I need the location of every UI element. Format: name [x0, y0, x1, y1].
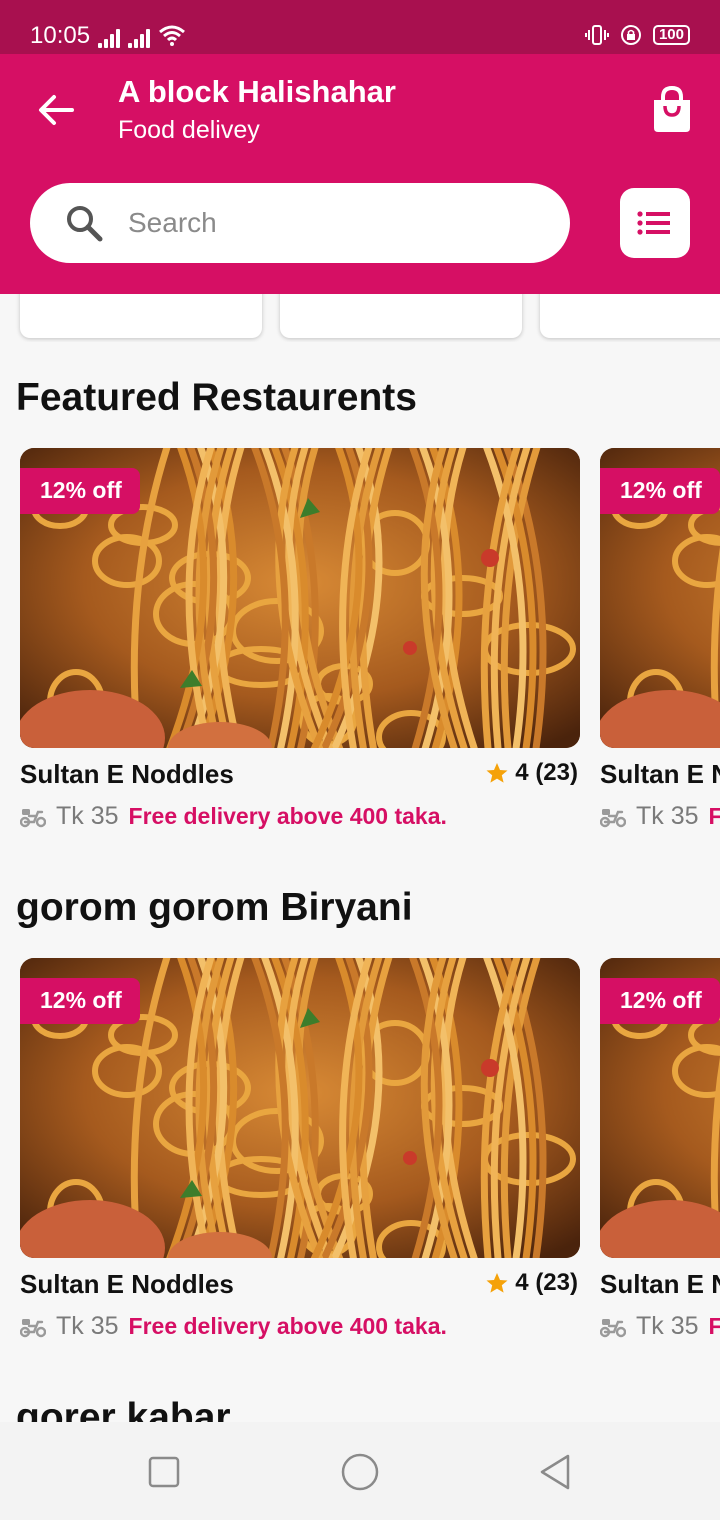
back-button[interactable] [34, 88, 78, 132]
category-card[interactable] [280, 294, 522, 338]
filter-button[interactable] [620, 188, 690, 258]
category-strip [0, 294, 720, 342]
delivery-promo: Free delivery above 400 taka. [708, 1313, 720, 1339]
delivery-promo: Free delivery above 400 taka. [708, 803, 720, 829]
search-bar[interactable] [30, 183, 570, 263]
star-icon [486, 763, 508, 783]
restaurant-card[interactable]: 12% offSultan E Noddles4 (23)Tk 35Free d… [600, 448, 720, 838]
restaurant-name: Sultan E Noddles [600, 759, 720, 789]
status-time: 10:05 [30, 22, 91, 49]
circle-icon [341, 1453, 379, 1491]
discount-badge: 12% off [20, 978, 140, 1024]
restaurant-card[interactable]: 12% offSultan E Noddles4 (23)Tk 35Free d… [600, 958, 720, 1348]
home-button[interactable] [340, 1452, 380, 1492]
app-header: A block Halishahar Food delivey [0, 54, 720, 294]
section-title: gorom gorom Biryani [16, 886, 413, 929]
signal-icon [128, 26, 158, 48]
scooter-icon [20, 808, 46, 827]
scooter-icon [20, 1318, 46, 1337]
page-subtitle: Food delivey [118, 116, 260, 144]
delivery-fee: Tk 35 [636, 1312, 699, 1340]
scooter-icon [600, 808, 626, 827]
category-card[interactable] [540, 294, 720, 338]
delivery-fee: Tk 35 [56, 802, 119, 830]
delivery-info: Tk 35 Free delivery above 400 taka. [600, 1312, 720, 1341]
discount-badge: 12% off [20, 468, 140, 514]
shopping-bag-icon [654, 85, 690, 132]
restaurant-name: Sultan E Noddles [20, 759, 234, 789]
delivery-info: Tk 35 Free delivery above 400 taka. [20, 802, 447, 831]
delivery-promo: Free delivery above 400 taka. [128, 803, 447, 829]
restaurant-row: 12% off Sultan E Noddles 4 (23) Tk 35 Free d… [0, 448, 720, 838]
section-title: Featured Restaurents [16, 376, 417, 419]
vibrate-icon [584, 25, 609, 45]
restaurant-name: Sultan E Noddles [20, 1269, 234, 1299]
triangle-back-icon [540, 1454, 570, 1490]
lock-rotation-icon [620, 25, 641, 45]
delivery-fee: Tk 35 [56, 1312, 119, 1340]
rating-value: 4 (23) [515, 759, 578, 786]
delivery-info: Tk 35 Free delivery above 400 taka. [600, 802, 720, 831]
discount-badge: 12% off [600, 468, 720, 514]
arrow-left-icon [39, 95, 74, 125]
restaurant-name: Sultan E Noddles [600, 1269, 720, 1299]
rating: 4 (23) [485, 1269, 578, 1297]
scooter-icon [600, 1318, 626, 1337]
list-icon [637, 211, 670, 235]
rating-value: 4 (23) [515, 1269, 578, 1296]
status-bar: 10:05 100 [0, 0, 720, 54]
restaurant-card[interactable]: 12% off Sultan E Noddles 4 (23) Tk 35 Free d… [20, 958, 580, 1348]
delivery-promo: Free delivery above 400 taka. [128, 1313, 447, 1339]
system-nav-bar [0, 1422, 720, 1520]
restaurant-row: 12% off Sultan E Noddles 4 (23) Tk 35 Free d… [0, 958, 720, 1348]
discount-badge: 12% off [600, 978, 720, 1024]
square-icon [148, 1456, 180, 1488]
delivery-fee: Tk 35 [636, 802, 699, 830]
page-title: A block Halishahar [118, 74, 396, 109]
wifi-icon [159, 25, 185, 46]
signal-icon [98, 26, 128, 48]
cart-button[interactable] [650, 85, 694, 134]
delivery-info: Tk 35 Free delivery above 400 taka. [20, 1312, 447, 1341]
category-card[interactable] [20, 294, 262, 338]
recents-button[interactable] [144, 1452, 184, 1492]
star-icon [486, 1273, 508, 1293]
restaurant-card[interactable]: 12% off Sultan E Noddles 4 (23) Tk 35 Free d… [20, 448, 580, 838]
battery-indicator: 100 [652, 25, 690, 45]
search-icon [67, 206, 103, 242]
rating: 4 (23) [485, 759, 578, 787]
back-nav-button[interactable] [536, 1452, 576, 1492]
search-input[interactable] [128, 197, 548, 249]
